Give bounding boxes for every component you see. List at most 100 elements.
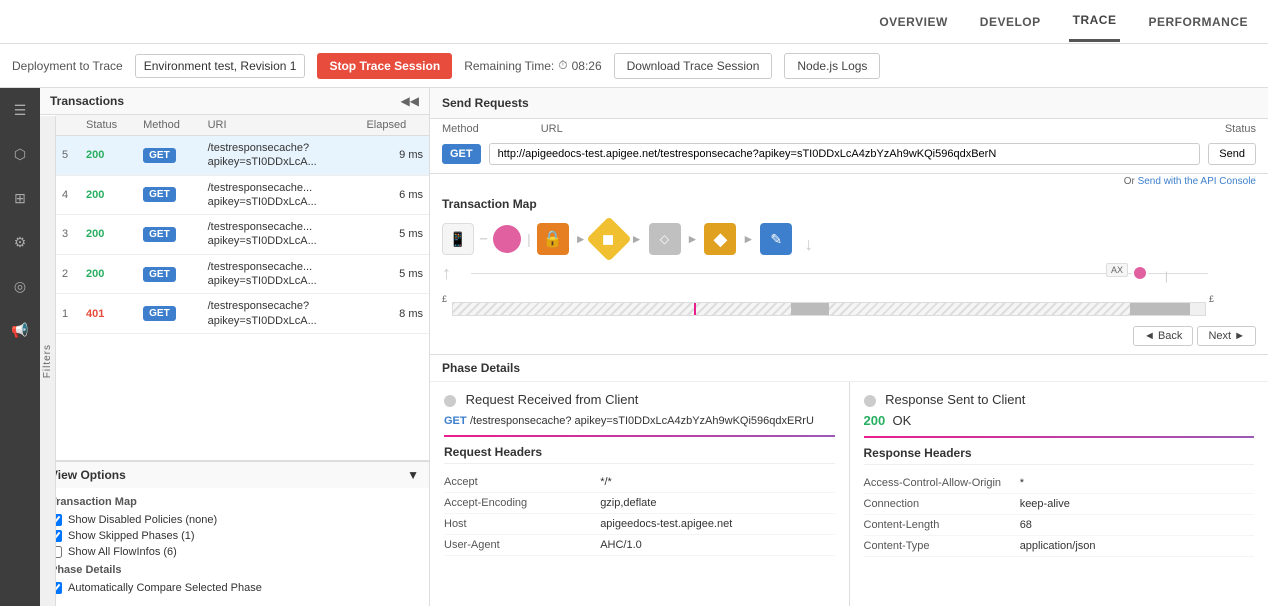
view-options-title: View Options <box>50 468 126 482</box>
response-headers-table: Access-Control-Allow-Origin*Connectionke… <box>864 473 1255 557</box>
row-uri: /testresponsecache... apikey=sTI0DDxLcA.… <box>202 175 361 215</box>
transactions-header: Transactions ◀◀ <box>40 88 429 115</box>
sidebar-icon-3[interactable]: ⊞ <box>6 184 34 212</box>
nav-develop[interactable]: DEVELOP <box>976 3 1045 41</box>
yellow-diamond-policy[interactable]: ◆ <box>586 216 631 261</box>
nav-overview[interactable]: OVERVIEW <box>875 3 951 41</box>
arrow-1: ► <box>575 232 587 246</box>
nodejs-logs-button[interactable]: Node.js Logs <box>784 53 880 79</box>
send-requests-title: Send Requests <box>442 96 529 110</box>
clock-icon: ⏱ <box>558 58 567 73</box>
url-label: URL <box>541 123 563 135</box>
row-status: 200 <box>80 254 137 294</box>
view-options-content: Transaction Map Show Disabled Policies (… <box>40 488 429 606</box>
sidebar-icon-2[interactable]: ⬡ <box>6 140 34 168</box>
row-elapsed: 6 ms <box>360 175 429 215</box>
row-uri: /testresponsecache... apikey=sTI0DDxLcA.… <box>202 254 361 294</box>
send-api-console-link[interactable]: Send with the API Console <box>1138 176 1256 187</box>
url-input[interactable] <box>489 143 1201 165</box>
send-button[interactable]: Send <box>1208 143 1256 165</box>
transaction-map-label: Transaction Map <box>50 496 419 508</box>
return-pink-dot <box>1132 265 1148 281</box>
header-row: Hostapigeedocs-test.apigee.net <box>444 514 835 535</box>
row-method: GET <box>137 215 201 255</box>
transactions-table: Status Method URI Elapsed 5 200 GET /tes… <box>56 115 429 334</box>
table-row[interactable]: 4 200 GET /testresponsecache... apikey=s… <box>56 175 429 215</box>
header-key: Access-Control-Allow-Origin <box>864 473 1020 494</box>
row-status: 200 <box>80 136 137 176</box>
next-button[interactable]: Next ► <box>1197 326 1256 346</box>
row-num: 5 <box>56 136 80 176</box>
timeline-end-tick: £ <box>1209 294 1214 304</box>
row-uri: /testresponsecache? apikey=sTI0DDxLcA... <box>202 294 361 334</box>
transaction-map-title: Transaction Map <box>442 197 1256 211</box>
pink-circle-policy[interactable] <box>493 225 521 253</box>
blue-edit-policy[interactable]: ✎ <box>760 223 792 255</box>
header-value: apigeedocs-test.apigee.net <box>600 514 834 535</box>
sidebar-icon-1[interactable]: ☰ <box>6 96 34 124</box>
view-options-panel: View Options ▼ Transaction Map Show Disa… <box>40 460 429 606</box>
header-value: gzip,deflate <box>600 493 834 514</box>
sidebar-icon-5[interactable]: ◎ <box>6 272 34 300</box>
col-uri: URI <box>202 115 361 136</box>
col-status <box>56 115 80 136</box>
request-headers-table: Accept*/*Accept-Encodinggzip,deflateHost… <box>444 472 835 556</box>
timeline-container: £ £ <box>442 294 1256 322</box>
sidebar-icon-6[interactable]: 📢 <box>6 316 34 344</box>
arrow-4: ► <box>742 232 754 246</box>
deployment-label: Deployment to Trace <box>12 59 123 73</box>
remaining-value: 08:26 <box>572 59 602 73</box>
stop-trace-button[interactable]: Stop Trace Session <box>317 53 452 79</box>
response-headers-title: Response Headers <box>864 446 1255 465</box>
row-method: GET <box>137 136 201 176</box>
timeline-start-tick: £ <box>442 294 447 304</box>
phase-left-request: GET /testresponsecache? apikey=sTI0DDxLc… <box>444 413 835 427</box>
header-key: Connection <box>864 494 1020 515</box>
transactions-title: Transactions <box>50 94 124 108</box>
table-row[interactable]: 1 401 GET /testresponsecache? apikey=sTI… <box>56 294 429 334</box>
view-options-header[interactable]: View Options ▼ <box>40 461 429 488</box>
nav-performance[interactable]: PERFORMANCE <box>1144 3 1252 41</box>
main-layout: ☰ ⬡ ⊞ ⚙ ◎ 📢 Transactions ◀◀ Filters Stat… <box>0 88 1268 606</box>
ax-label: AX <box>1106 263 1128 277</box>
download-trace-button[interactable]: Download Trace Session <box>614 53 773 79</box>
header-value: keep-alive <box>1020 494 1254 515</box>
timeline-segment-4 <box>1130 303 1190 315</box>
sidebar-icon-4[interactable]: ⚙ <box>6 228 34 256</box>
response-headers-section: Response Headers Access-Control-Allow-Or… <box>864 446 1255 565</box>
transaction-map-section: Transaction Map 📱 ─ | 🔒 ► ◆ ► ◇ ► ◆ <box>430 189 1268 355</box>
back-button[interactable]: ◄ Back <box>1133 326 1193 346</box>
timeline-track <box>452 302 1206 316</box>
row-status: 200 <box>80 215 137 255</box>
arrow-3: ► <box>687 232 699 246</box>
collapse-arrow[interactable]: ◀◀ <box>401 94 419 108</box>
phone-icon[interactable]: 📱 <box>442 223 474 255</box>
remaining-time: Remaining Time: ⏱ 08:26 <box>464 58 601 73</box>
deployment-select[interactable]: Environment test, Revision 1 <box>135 54 306 78</box>
table-row[interactable]: 5 200 GET /testresponsecache? apikey=sTI… <box>56 136 429 176</box>
header-key: Content-Type <box>864 536 1020 557</box>
checkbox-label: Show All FlowInfos (6) <box>68 546 177 558</box>
nav-trace[interactable]: TRACE <box>1069 1 1121 42</box>
table-row[interactable]: 2 200 GET /testresponsecache... apikey=s… <box>56 254 429 294</box>
timeline-segment-3 <box>829 303 1130 315</box>
col-method: Method <box>137 115 201 136</box>
phase-right-bullet <box>864 395 876 407</box>
gray-diamond-policy[interactable]: ◇ <box>649 223 681 255</box>
header-row: Accept-Encodinggzip,deflate <box>444 493 835 514</box>
remaining-label: Remaining Time: <box>464 59 554 73</box>
toolbar: Deployment to Trace Environment test, Re… <box>0 44 1268 88</box>
pipe-separator: | <box>527 231 531 247</box>
orange-lock-policy[interactable]: 🔒 <box>537 223 569 255</box>
method-get-button[interactable]: GET <box>442 144 481 164</box>
table-row[interactable]: 3 200 GET /testresponsecache... apikey=s… <box>56 215 429 255</box>
phase-left-bullet <box>444 395 456 407</box>
header-row: Content-Typeapplication/json <box>864 536 1255 557</box>
phase-right-status: 200 OK <box>864 413 1255 428</box>
view-options-collapse[interactable]: ▼ <box>407 468 419 482</box>
header-key: Accept <box>444 472 600 493</box>
yellow-diamond2-policy[interactable]: ◆ <box>704 223 736 255</box>
method-label: Method <box>442 123 479 135</box>
row-method: GET <box>137 294 201 334</box>
auto-compare-row: Automatically Compare Selected Phase <box>50 582 419 594</box>
